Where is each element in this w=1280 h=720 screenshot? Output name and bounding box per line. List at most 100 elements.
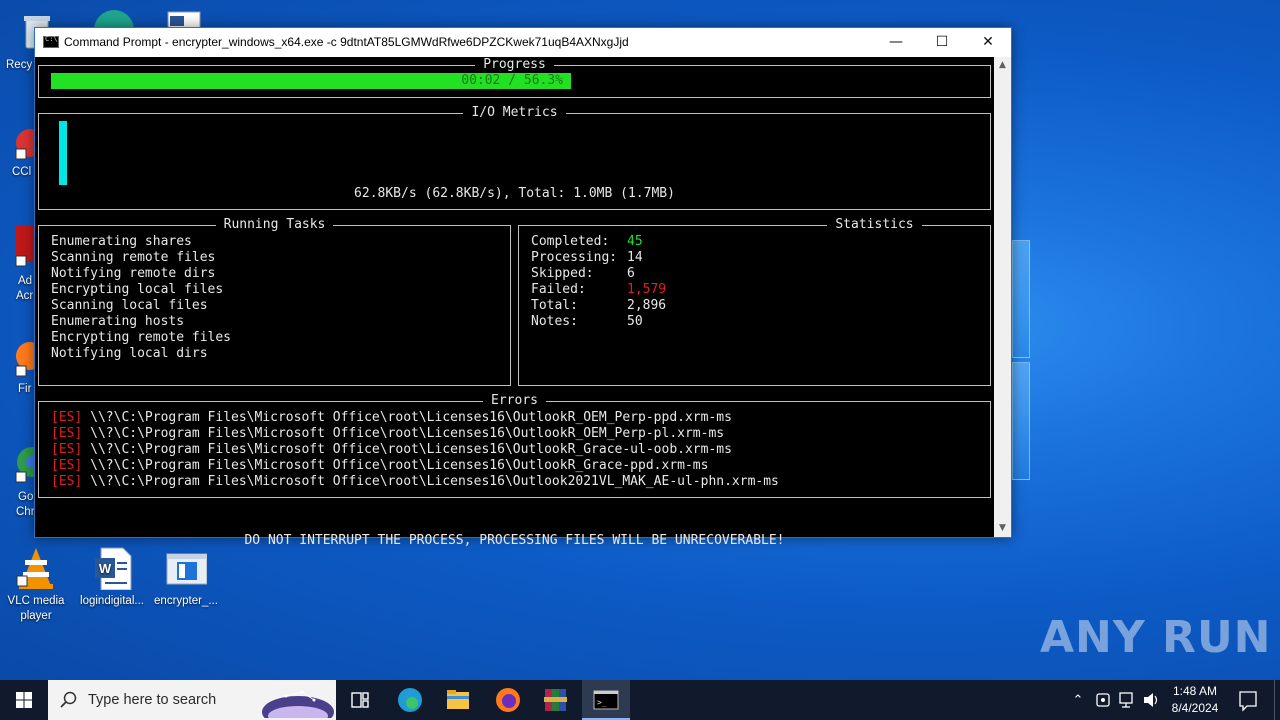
show-desktop-button[interactable]: [1274, 680, 1280, 720]
taskbar-firefox[interactable]: [484, 680, 532, 720]
command-prompt-window[interactable]: Command Prompt - encrypter_windows_x64.e…: [34, 27, 1012, 548]
stat-value: 1,579: [627, 282, 667, 297]
running-tasks-list: Enumerating shares Scanning remote files…: [51, 234, 231, 362]
window-titlebar[interactable]: Command Prompt - encrypter_windows_x64.e…: [35, 28, 1011, 57]
maximize-button[interactable]: ☐: [919, 28, 965, 57]
stat-row-notes: Notes: 50: [531, 314, 666, 330]
error-line: [ES] \\?\C:\Program Files\Microsoft Offi…: [51, 474, 779, 490]
word-document-icon: W: [91, 546, 133, 591]
task-item: Encrypting local files: [51, 282, 224, 297]
stat-row-processing: Processing: 14: [531, 250, 666, 266]
stat-value: 14: [627, 250, 643, 265]
notification-icon: [1239, 691, 1257, 712]
desktop-icon-logindigital[interactable]: W logindigital...: [76, 546, 148, 609]
cmd-app-icon: [43, 35, 59, 48]
acrobat-icon[interactable]: [14, 226, 38, 270]
show-hidden-icons-chevron-icon[interactable]: ⌃: [1068, 680, 1088, 720]
stat-label: Notes:: [531, 314, 578, 329]
stat-value: 2,896: [627, 298, 667, 313]
desktop-icon-encrypter[interactable]: encrypter_...: [150, 546, 222, 609]
volume-tray-icon[interactable]: [1140, 680, 1162, 720]
close-button[interactable]: ✕: [965, 28, 1011, 57]
error-line: [ES] \\?\C:\Program Files\Microsoft Offi…: [51, 426, 779, 442]
acrobat-label-2: Acr: [16, 290, 34, 302]
progress-panel: Progress 00:02 / 56.3%: [38, 57, 991, 98]
taskbar-clock[interactable]: 1:48 AM 8/4/2024: [1160, 683, 1230, 717]
error-path: \\?\C:\Program Files\Microsoft Office\ro…: [90, 458, 709, 473]
error-line: [ES] \\?\C:\Program Files\Microsoft Offi…: [51, 442, 779, 458]
running-tasks-panel: Running Tasks Enumerating shares Scannin…: [38, 217, 511, 386]
task-item: Enumerating hosts: [51, 314, 185, 329]
desktop-icon-label: encrypter_...: [154, 595, 218, 607]
winrar-icon: [544, 689, 567, 711]
error-line: [ES] \\?\C:\Program Files\Microsoft Offi…: [51, 458, 779, 474]
search-highlight-art-icon: [262, 690, 334, 718]
minimize-button[interactable]: —: [873, 28, 919, 57]
io-metrics-panel: I/O Metrics 62.8KB/s (62.8KB/s), Total: …: [38, 105, 991, 210]
search-placeholder: Type here to search: [88, 692, 217, 708]
io-metrics-title-row: I/O Metrics: [39, 105, 990, 121]
network-tray-icon[interactable]: [1116, 680, 1138, 720]
desktop-icon-label: VLC media player: [7, 595, 65, 622]
chrome-label-1: Go: [18, 491, 34, 503]
progress-panel-title-row: Progress: [39, 57, 990, 73]
console-output[interactable]: Progress 00:02 / 56.3% I/O Metrics 62.8K…: [35, 57, 994, 548]
error-path: \\?\C:\Program Files\Microsoft Office\ro…: [90, 442, 732, 457]
task-item: Scanning local files: [51, 298, 208, 313]
running-tasks-title-row: Running Tasks: [39, 217, 510, 233]
firefox-icon[interactable]: [14, 338, 44, 380]
chrome-icon[interactable]: [14, 442, 47, 486]
taskbar: Type here to search >_ ⌃ 1:48 AM 8/4/202…: [0, 680, 1280, 720]
taskbar-winrar[interactable]: [532, 680, 580, 720]
taskbar-command-prompt[interactable]: >_: [582, 680, 630, 720]
vertical-scrollbar[interactable]: ▲ ▼: [994, 57, 1011, 537]
error-path: \\?\C:\Program Files\Microsoft Office\ro…: [90, 426, 725, 441]
stat-value: 6: [627, 266, 635, 281]
clock-time: 1:48 AM: [1172, 684, 1218, 698]
task-item: Encrypting remote files: [51, 330, 232, 345]
stat-value: 50: [627, 314, 643, 329]
error-tag: [ES]: [51, 442, 83, 457]
scroll-up-icon[interactable]: ▲: [994, 57, 1011, 74]
desktop-icon-vlc[interactable]: VLC media player: [0, 546, 72, 624]
error-tag: [ES]: [51, 474, 83, 489]
taskbar-edge[interactable]: [386, 680, 434, 720]
action-center-button[interactable]: [1236, 680, 1260, 720]
scroll-down-icon[interactable]: ▼: [994, 520, 1011, 537]
edge-icon: [398, 688, 422, 712]
wallpaper-logo-pane: [1012, 362, 1030, 480]
task-item: Scanning remote files: [51, 250, 216, 265]
vlc-icon: [15, 546, 57, 590]
taskbar-search[interactable]: Type here to search: [48, 680, 336, 720]
task-item: Notifying remote dirs: [51, 266, 216, 281]
recycle-bin-label: Recy: [6, 59, 33, 71]
ccleaner-label: CCl: [12, 166, 32, 178]
errors-panel: Errors [ES] \\?\C:\Program Files\Microso…: [38, 393, 991, 498]
errors-list: [ES] \\?\C:\Program Files\Microsoft Offi…: [51, 410, 779, 490]
error-tag: [ES]: [51, 426, 83, 441]
ccleaner-icon[interactable]: [14, 125, 44, 165]
taskbar-file-explorer[interactable]: [434, 680, 482, 720]
error-path: \\?\C:\Program Files\Microsoft Office\ro…: [90, 410, 732, 425]
error-line: [ES] \\?\C:\Program Files\Microsoft Offi…: [51, 410, 779, 426]
firefox-label: Fir: [18, 383, 32, 395]
folder-icon: [447, 690, 469, 709]
error-tag: [ES]: [51, 458, 83, 473]
stat-label: Total:: [531, 298, 578, 313]
stat-label: Failed:: [531, 282, 586, 297]
svg-text:W: W: [99, 561, 112, 576]
edge-desktop-icon[interactable]: [90, 4, 138, 50]
wallpaper-logo-pane: [1012, 240, 1030, 358]
statistics-title-row: Statistics: [759, 217, 990, 233]
progress-text: 00:02 / 56.3%: [461, 73, 563, 88]
window-title: Command Prompt - encrypter_windows_x64.e…: [64, 35, 629, 49]
start-button[interactable]: [0, 680, 48, 720]
security-tray-icon[interactable]: [1092, 680, 1114, 720]
error-path: \\?\C:\Program Files\Microsoft Office\ro…: [90, 474, 779, 489]
running-tasks-title: Running Tasks: [215, 217, 334, 232]
acrobat-label-1: Ad: [18, 275, 33, 287]
stat-row-completed: Completed: 45: [531, 234, 666, 250]
errors-title: Errors: [483, 393, 546, 408]
task-view-button[interactable]: [336, 680, 384, 720]
errors-title-row: Errors: [39, 393, 990, 409]
